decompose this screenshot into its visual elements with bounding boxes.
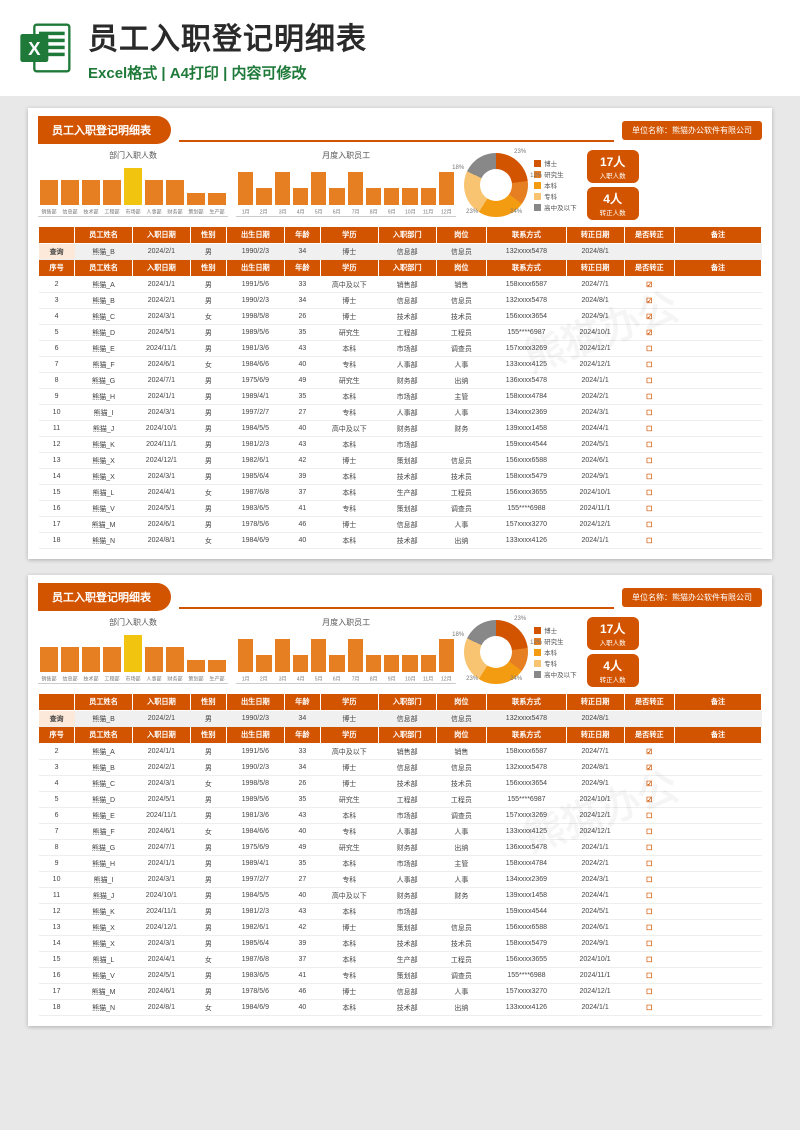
employee-table: 员工姓名入职日期性别出生日期年龄学历入职部门岗位联系方式转正日期是否转正备注 查…: [38, 226, 762, 549]
stat-card-hires: 17人入职人数: [587, 150, 639, 183]
table-row[interactable]: 6熊猫_E2024/11/1男1981/3/643本科市场部调查员157xxxx…: [39, 808, 762, 824]
spreadsheet-preview: 员工入职登记明细表 单位名称：熊猫办公软件有限公司 部门入职人数 销售部信息部技…: [28, 575, 772, 1026]
table-row[interactable]: 4熊猫_C2024/3/1女1998/5/826博士技术部技术员156xxxx3…: [39, 309, 762, 325]
divider: [179, 140, 614, 142]
table-row[interactable]: 7熊猫_F2024/6/1女1984/6/640专科人事部人事133xxxx41…: [39, 824, 762, 840]
table-row[interactable]: 3熊猫_B2024/2/1男1990/2/334博士信息部信息员132xxxx5…: [39, 293, 762, 309]
table-row[interactable]: 16熊猫_V2024/5/1男1983/6/541专科策划部调查员155****…: [39, 968, 762, 984]
table-row[interactable]: 8熊猫_G2024/7/1男1975/6/949研究生财务部出纳136xxxx5…: [39, 373, 762, 389]
dept-bar-chart: 部门入职人数 销售部信息部技术部工程部市场部人事部财务部策划部生产部: [38, 150, 228, 220]
table-row[interactable]: 5熊猫_D2024/5/1男1989/5/635研究生工程部工程员155****…: [39, 792, 762, 808]
edu-donut-chart: 23% 12% 24% 23% 18% 博士研究生本科专科高中及以下 17人入职…: [464, 150, 762, 220]
spreadsheet-preview: 员工入职登记明细表 单位名称：熊猫办公软件有限公司 部门入职人数 销售部信息部技…: [28, 108, 772, 559]
svg-text:X: X: [28, 38, 41, 59]
table-row[interactable]: 3熊猫_B2024/2/1男1990/2/334博士信息部信息员132xxxx5…: [39, 760, 762, 776]
table-row[interactable]: 11熊猫_J2024/10/1男1984/5/540高中及以下财务部财务139x…: [39, 888, 762, 904]
table-row[interactable]: 9熊猫_H2024/1/1男1989/4/135本科市场部主管158xxxx47…: [39, 856, 762, 872]
table-row[interactable]: 11熊猫_J2024/10/1男1984/5/540高中及以下财务部财务139x…: [39, 421, 762, 437]
edu-donut-chart: 23% 12% 24% 23% 18% 博士研究生本科专科高中及以下 17人入职…: [464, 617, 762, 687]
table-row[interactable]: 13熊猫_X2024/12/1男1982/6/142博士策划部信息员156xxx…: [39, 920, 762, 936]
table-row[interactable]: 5熊猫_D2024/5/1男1989/5/635研究生工程部工程员155****…: [39, 325, 762, 341]
table-row[interactable]: 2熊猫_A2024/1/1男1991/5/633高中及以下销售部销售158xxx…: [39, 744, 762, 760]
month-bar-chart: 月度入职员工 1月2月3月4月5月6月7月8月9月10月11月12月: [236, 617, 456, 687]
table-row[interactable]: 17熊猫_M2024/6/1男1978/5/646博士信息部人事157xxxx3…: [39, 984, 762, 1000]
table-row[interactable]: 18熊猫_N2024/8/1女1984/6/940本科技术部出纳133xxxx4…: [39, 533, 762, 549]
table-row[interactable]: 8熊猫_G2024/7/1男1975/6/949研究生财务部出纳136xxxx5…: [39, 840, 762, 856]
dept-bar-chart: 部门入职人数 销售部信息部技术部工程部市场部人事部财务部策划部生产部: [38, 617, 228, 687]
table-row[interactable]: 15熊猫_L2024/4/1女1987/6/837本科生产部工程员156xxxx…: [39, 952, 762, 968]
table-row[interactable]: 7熊猫_F2024/6/1女1984/6/640专科人事部人事133xxxx41…: [39, 357, 762, 373]
employee-table: 员工姓名入职日期性别出生日期年龄学历入职部门岗位联系方式转正日期是否转正备注 查…: [38, 693, 762, 1016]
stat-card-regular: 4人转正人数: [587, 654, 639, 687]
table-row[interactable]: 9熊猫_H2024/1/1男1989/4/135本科市场部主管158xxxx47…: [39, 389, 762, 405]
hero-title: 员工入职登记明细表: [88, 14, 367, 58]
table-row[interactable]: 13熊猫_X2024/12/1男1982/6/142博士策划部信息员156xxx…: [39, 453, 762, 469]
table-row[interactable]: 15熊猫_L2024/4/1女1987/6/837本科生产部工程员156xxxx…: [39, 485, 762, 501]
sheet-title: 员工入职登记明细表: [38, 583, 171, 611]
stat-card-hires: 17人入职人数: [587, 617, 639, 650]
sheet-title: 员工入职登记明细表: [38, 116, 171, 144]
table-row[interactable]: 14熊猫_X2024/3/1男1985/6/439本科技术部技术员158xxxx…: [39, 936, 762, 952]
divider: [179, 607, 614, 609]
table-row[interactable]: 4熊猫_C2024/3/1女1998/5/826博士技术部技术员156xxxx3…: [39, 776, 762, 792]
chart-title: 月度入职员工: [236, 150, 456, 161]
chart-title: 部门入职人数: [38, 150, 228, 161]
table-row[interactable]: 10熊猫_I2024/3/1男1997/2/727专科人事部人事134xxxx2…: [39, 405, 762, 421]
search-row[interactable]: 查询熊猫_B2024/2/1男1990/2/334博士信息部信息员132xxxx…: [39, 711, 762, 727]
unit-badge: 单位名称：熊猫办公软件有限公司: [622, 588, 762, 607]
table-row[interactable]: 12熊猫_K2024/11/1男1981/2/343本科市场部159xxxx45…: [39, 437, 762, 453]
table-row[interactable]: 17熊猫_M2024/6/1男1978/5/646博士信息部人事157xxxx3…: [39, 517, 762, 533]
stat-card-regular: 4人转正人数: [587, 187, 639, 220]
chart-legend: 博士研究生本科专科高中及以下: [534, 157, 577, 213]
table-row[interactable]: 16熊猫_V2024/5/1男1983/6/541专科策划部调查员155****…: [39, 501, 762, 517]
chart-title: 部门入职人数: [38, 617, 228, 628]
table-row[interactable]: 2熊猫_A2024/1/1男1991/5/633高中及以下销售部销售158xxx…: [39, 277, 762, 293]
hero-bar: X 员工入职登记明细表 Excel格式 | A4打印 | 内容可修改: [0, 0, 800, 96]
chart-legend: 博士研究生本科专科高中及以下: [534, 624, 577, 680]
search-row[interactable]: 查询熊猫_B2024/2/1男1990/2/334博士信息部信息员132xxxx…: [39, 244, 762, 260]
table-row[interactable]: 10熊猫_I2024/3/1男1997/2/727专科人事部人事134xxxx2…: [39, 872, 762, 888]
table-row[interactable]: 6熊猫_E2024/11/1男1981/3/643本科市场部调查员157xxxx…: [39, 341, 762, 357]
table-row[interactable]: 18熊猫_N2024/8/1女1984/6/940本科技术部出纳133xxxx4…: [39, 1000, 762, 1016]
table-row[interactable]: 12熊猫_K2024/11/1男1981/2/343本科市场部159xxxx45…: [39, 904, 762, 920]
unit-badge: 单位名称：熊猫办公软件有限公司: [622, 121, 762, 140]
hero-subtitle: Excel格式 | A4打印 | 内容可修改: [88, 62, 367, 83]
month-bar-chart: 月度入职员工 1月2月3月4月5月6月7月8月9月10月11月12月: [236, 150, 456, 220]
chart-title: 月度入职员工: [236, 617, 456, 628]
table-row[interactable]: 14熊猫_X2024/3/1男1985/6/439本科技术部技术员158xxxx…: [39, 469, 762, 485]
excel-icon: X: [18, 20, 74, 76]
